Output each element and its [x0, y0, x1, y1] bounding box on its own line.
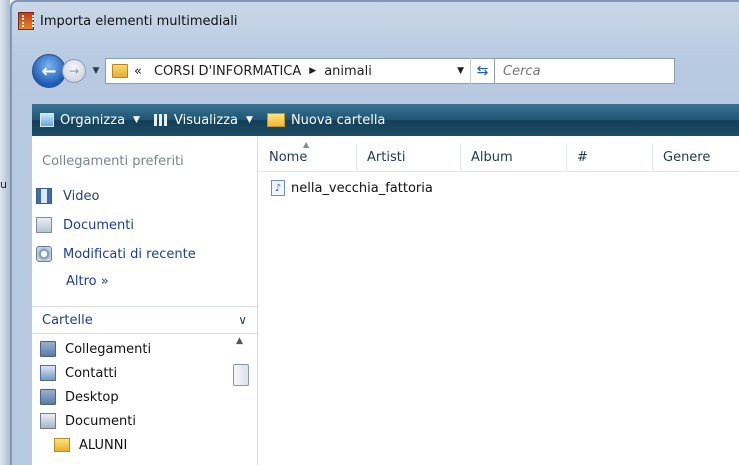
column-album[interactable]: Album [461, 144, 567, 171]
folders-scrollbar[interactable]: ▲ [232, 336, 250, 465]
view-label: Visualizza [173, 112, 239, 128]
double-chevron-right-icon: » [100, 274, 109, 289]
scroll-up-arrow-icon[interactable]: ▲ [236, 336, 243, 346]
folders-title: Cartelle [42, 312, 93, 328]
tree-item-label: Documenti [65, 413, 136, 429]
view-button[interactable]: Visualizza ▼ [153, 112, 253, 128]
recent-pages-dropdown[interactable]: ▼ [89, 66, 103, 76]
arrow-right-icon: → [68, 64, 80, 78]
favorites-title: Collegamenti preferiti [42, 154, 184, 169]
documents-folder-icon [40, 413, 56, 429]
title-bar: Importa elementi multimediali [18, 10, 718, 32]
background-window-strip: u [0, 0, 10, 465]
documents-icon [36, 217, 52, 233]
folders-header[interactable]: Cartelle ∨ [32, 306, 257, 334]
command-toolbar: Organizza ▼ Visualizza ▼ Nuova cartella [32, 104, 739, 136]
file-list-pane: ▲ Nome Artisti Album # Genere ♪ nella_ve… [259, 136, 739, 465]
navigation-pane: Collegamenti preferiti Video Documenti M… [32, 136, 258, 465]
chevron-down-icon: ▼ [246, 115, 253, 125]
audio-file-icon: ♪ [271, 180, 285, 196]
new-folder-button[interactable]: Nuova cartella [266, 112, 386, 128]
view-icon [153, 114, 168, 126]
sort-ascending-icon: ▲ [303, 140, 310, 149]
column-headers: ▲ Nome Artisti Album # Genere [259, 140, 739, 172]
more-label: Altro [66, 274, 97, 289]
folder-icon [112, 64, 128, 78]
address-bar[interactable]: « CORSI D'INFORMATICA ▶ animali ▼ ⇆ [105, 58, 495, 84]
breadcrumb-item-animali[interactable]: animali [324, 64, 372, 79]
scrollbar-thumb[interactable] [233, 364, 249, 386]
tree-item-label: Desktop [65, 389, 119, 405]
media-import-icon [18, 12, 34, 30]
column-artisti[interactable]: Artisti [357, 144, 461, 171]
column-nome[interactable]: ▲ Nome [259, 140, 357, 171]
organize-button[interactable]: Organizza ▼ [40, 113, 140, 128]
organize-icon [40, 113, 54, 127]
breadcrumb-item-corsi[interactable]: CORSI D'INFORMATICA [154, 64, 301, 79]
search-box [495, 58, 675, 84]
video-icon [36, 188, 52, 204]
organize-label: Organizza [60, 112, 126, 128]
favorite-item-recent[interactable]: Modificati di recente [36, 242, 196, 266]
more-links[interactable]: Altro » [66, 274, 109, 289]
recent-icon [36, 246, 52, 262]
column-genere[interactable]: Genere [653, 144, 739, 171]
tree-item-collegamenti[interactable]: Collegamenti [40, 338, 151, 360]
tree-item-documenti[interactable]: Documenti [40, 410, 136, 432]
address-dropdown-icon[interactable]: ▼ [457, 66, 464, 76]
tree-item-contatti[interactable]: Contatti [40, 362, 117, 384]
favorite-item-documents[interactable]: Documenti [36, 213, 134, 237]
window-title: Importa elementi multimediali [40, 13, 238, 29]
forward-button[interactable]: → [62, 59, 86, 83]
refresh-icon: ⇆ [476, 63, 489, 79]
new-folder-icon [266, 113, 285, 127]
background-text: u [0, 178, 7, 191]
search-input[interactable] [503, 63, 663, 79]
favorite-item-video[interactable]: Video [36, 184, 99, 208]
folder-icon [40, 389, 56, 405]
chevron-down-icon: ∨ [238, 313, 247, 327]
folder-icon [40, 341, 56, 357]
favorite-label: Modificati di recente [63, 246, 196, 262]
tree-item-label: ALUNNI [79, 437, 128, 453]
navigation-bar: ← → ▼ « CORSI D'INFORMATICA ▶ animali ▼ … [32, 54, 739, 88]
file-name: nella_vecchia_fattoria [291, 180, 433, 196]
refresh-button[interactable]: ⇆ [470, 58, 494, 84]
new-folder-label: Nuova cartella [290, 112, 386, 128]
arrow-left-icon: ← [41, 60, 57, 82]
chevron-down-icon: ▼ [133, 115, 140, 125]
tree-item-label: Collegamenti [65, 341, 152, 357]
content-area: Collegamenti preferiti Video Documenti M… [32, 136, 739, 465]
file-row[interactable]: ♪ nella_vecchia_fattoria [271, 178, 433, 198]
tree-item-label: Contatti [65, 365, 118, 381]
tree-item-alunni[interactable]: ALUNNI [54, 434, 127, 456]
yellow-folder-icon [54, 438, 70, 452]
contacts-icon [40, 365, 56, 381]
tree-item-desktop[interactable]: Desktop [40, 386, 119, 408]
back-button[interactable]: ← [32, 54, 66, 88]
address-overflow[interactable]: « [134, 64, 142, 79]
favorite-label: Video [63, 188, 100, 204]
breadcrumb-separator-icon[interactable]: ▶ [309, 66, 316, 76]
chevron-down-icon: ▼ [92, 66, 100, 76]
favorite-label: Documenti [63, 217, 134, 233]
column-number[interactable]: # [567, 144, 653, 171]
